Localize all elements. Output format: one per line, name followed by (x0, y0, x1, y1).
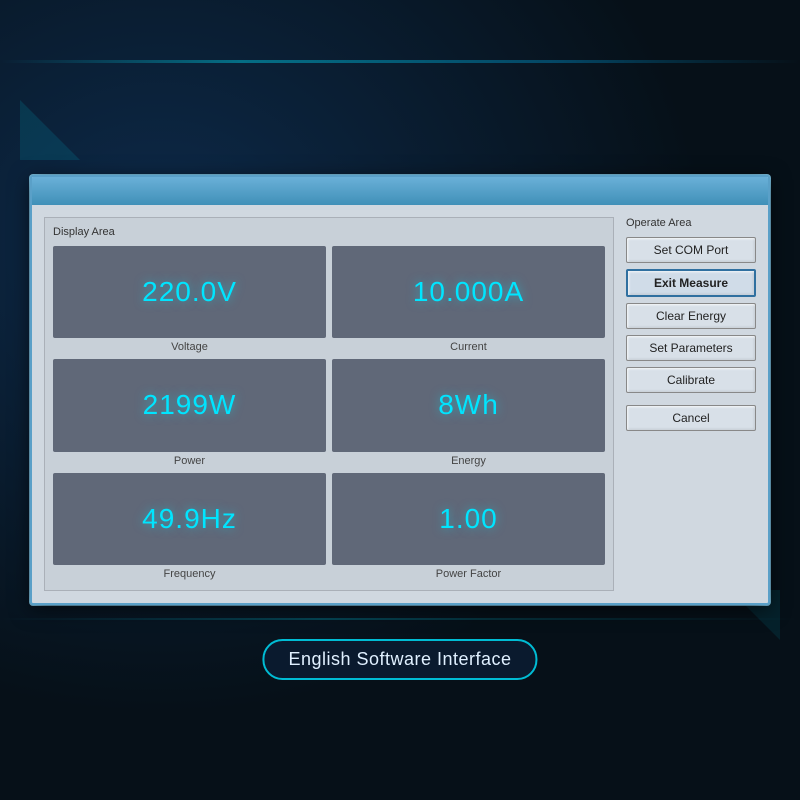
metric-value-current: 10.000A (413, 276, 524, 308)
metric-cell-energy: 8Wh Energy (332, 359, 605, 466)
calibrate-button[interactable]: Calibrate (626, 367, 756, 393)
metric-display-current: 10.000A (332, 246, 605, 338)
exit-measure-button[interactable]: Exit Measure (626, 269, 756, 297)
metric-display-voltage: 220.0V (53, 246, 326, 338)
metric-value-power: 2199W (143, 389, 237, 421)
operate-area: Operate Area Set COM Port Exit Measure C… (626, 217, 756, 591)
metric-label-frequency: Frequency (164, 568, 216, 580)
display-area: Display Area 220.0V Voltage 10.000A Curr… (44, 217, 614, 591)
corner-decoration-tl (20, 100, 80, 160)
bottom-caption: English Software Interface (262, 639, 537, 680)
main-dialog: Display Area 220.0V Voltage 10.000A Curr… (30, 175, 770, 605)
metric-value-energy: 8Wh (438, 389, 499, 421)
metric-label-voltage: Voltage (171, 341, 208, 353)
metric-display-energy: 8Wh (332, 359, 605, 451)
metric-label-energy: Energy (451, 455, 486, 467)
cancel-button[interactable]: Cancel (626, 405, 756, 431)
operate-area-label: Operate Area (626, 217, 756, 229)
metric-cell-voltage: 220.0V Voltage (53, 246, 326, 353)
metric-cell-frequency: 49.9Hz Frequency (53, 473, 326, 580)
metric-value-frequency: 49.9Hz (142, 503, 237, 535)
display-area-label: Display Area (53, 226, 605, 238)
clear-energy-button[interactable]: Clear Energy (626, 303, 756, 329)
set-parameters-button[interactable]: Set Parameters (626, 335, 756, 361)
metrics-grid: 220.0V Voltage 10.000A Current 2199W (53, 246, 605, 580)
metric-display-power: 2199W (53, 359, 326, 451)
metric-label-power-factor: Power Factor (436, 568, 501, 580)
metric-cell-power-factor: 1.00 Power Factor (332, 473, 605, 580)
dialog-content: Display Area 220.0V Voltage 10.000A Curr… (32, 205, 768, 603)
metric-label-power: Power (174, 455, 205, 467)
metric-value-power-factor: 1.00 (439, 503, 498, 535)
set-com-port-button[interactable]: Set COM Port (626, 237, 756, 263)
operate-buttons: Set COM Port Exit Measure Clear Energy S… (626, 237, 756, 431)
metric-display-power-factor: 1.00 (332, 473, 605, 565)
metric-label-current: Current (450, 341, 487, 353)
dialog-titlebar (32, 177, 768, 205)
metric-display-frequency: 49.9Hz (53, 473, 326, 565)
metric-cell-power: 2199W Power (53, 359, 326, 466)
metric-value-voltage: 220.0V (142, 276, 237, 308)
bottom-caption-text: English Software Interface (288, 649, 511, 669)
metric-cell-current: 10.000A Current (332, 246, 605, 353)
